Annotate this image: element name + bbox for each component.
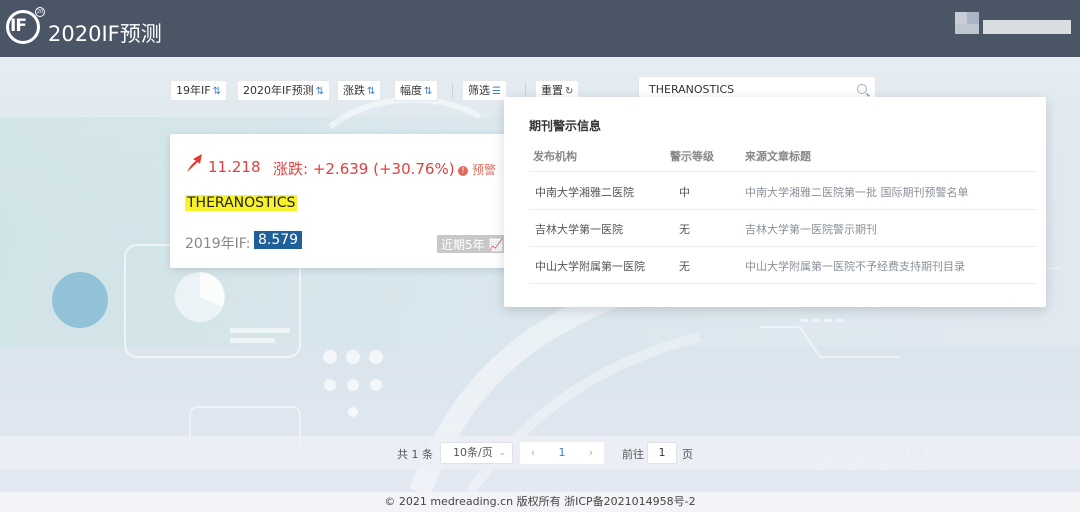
sort-icon: ⇅ bbox=[424, 86, 433, 97]
predicted-if: 11.218 bbox=[208, 158, 261, 176]
trend-up-icon bbox=[187, 154, 202, 172]
table-row: 中山大学附属第一医院 无 中山大学附属第一医院不予经费支持期刊目录 bbox=[529, 247, 1037, 284]
filter-button[interactable]: 筛选 ☰ bbox=[462, 80, 507, 101]
sort-icon: ⇅ bbox=[212, 86, 221, 97]
line-chart-icon: 📈 bbox=[488, 238, 504, 252]
journal-alert-popover: 期刊警示信息 发布机构 警示等级 来源文章标题 中南大学湘雅二医院 中 中南大学… bbox=[504, 97, 1046, 307]
logo-text: IF bbox=[10, 16, 27, 36]
header-source: 来源文章标题 bbox=[745, 150, 811, 163]
total-count: 共 1 条 bbox=[397, 448, 433, 461]
page-size-select[interactable]: 10条/页 ⌄ bbox=[440, 442, 513, 464]
table-row: 中南大学湘雅二医院 中 中南大学湘雅二医院第一批 国际期刊预警名单 bbox=[529, 173, 1037, 210]
warning-badge[interactable]: ! 预警 bbox=[458, 161, 496, 178]
row-org: 中山大学附属第一医院 bbox=[535, 260, 645, 273]
refresh-icon: ↻ bbox=[565, 86, 574, 97]
divider bbox=[525, 83, 526, 98]
top-header: IF 20 2020IF预测 bbox=[0, 0, 1080, 57]
search-icon[interactable] bbox=[857, 84, 867, 94]
divider bbox=[452, 83, 453, 98]
goto-page-input[interactable]: 1 bbox=[647, 442, 677, 464]
header-org: 发布机构 bbox=[533, 150, 577, 163]
journal-card[interactable]: 11.218 涨跌: +2.639 (+30.76%) ! 预警 THERANOS… bbox=[170, 134, 515, 268]
site-title[interactable]: 2020IF预测 bbox=[48, 18, 162, 48]
header-level: 警示等级 bbox=[670, 150, 714, 163]
row-level: 无 bbox=[679, 223, 690, 236]
row-level: 无 bbox=[679, 260, 690, 273]
chevron-right-icon: › bbox=[588, 446, 594, 459]
row-source[interactable]: 中南大学湘雅二医院第一批 国际期刊预警名单 bbox=[745, 184, 969, 200]
current-page[interactable]: 1 bbox=[546, 442, 578, 464]
prev-if-value: 8.579 bbox=[254, 231, 303, 249]
copyright-text[interactable]: © 2021 medreading.cn 版权所有 浙ICP备202101495… bbox=[384, 495, 695, 508]
row-source[interactable]: 中山大学附属第一医院不予经费支持期刊目录 bbox=[745, 258, 965, 274]
goto-label: 前往 bbox=[622, 448, 644, 461]
row-source[interactable]: 吉林大学第一医院警示期刊 bbox=[745, 221, 877, 237]
prev-page-button[interactable]: ‹ bbox=[520, 442, 546, 464]
table-row: 吉林大学第一医院 无 吉林大学第一医院警示期刊 bbox=[529, 210, 1037, 247]
sort-2019-if-button[interactable]: 19年IF ⇅ bbox=[170, 80, 227, 101]
sort-icon: ⇅ bbox=[367, 86, 376, 97]
next-page-button[interactable]: › bbox=[578, 442, 604, 464]
alert-icon: ! bbox=[458, 166, 468, 176]
filter-icon: ☰ bbox=[492, 86, 501, 97]
panel-title: 期刊警示信息 bbox=[529, 119, 602, 133]
row-level: 中 bbox=[679, 186, 690, 199]
prev-if-label: 2019年IF: bbox=[185, 236, 251, 252]
journal-name[interactable]: THERANOSTICS bbox=[185, 195, 298, 211]
footer: © 2021 medreading.cn 版权所有 浙ICP备202101495… bbox=[0, 492, 1080, 512]
pagination: 共 1 条 10条/页 ⌄ ‹ 1 › 前往 1 页 bbox=[0, 436, 1080, 470]
page-unit-label: 页 bbox=[682, 448, 693, 461]
table-header: 发布机构 警示等级 来源文章标题 bbox=[529, 144, 1037, 172]
sort-change-button[interactable]: 涨跌 ⇅ bbox=[337, 80, 382, 101]
chevron-down-icon: ⌄ bbox=[498, 448, 506, 458]
row-org: 吉林大学第一医院 bbox=[535, 223, 623, 236]
chevron-left-icon: ‹ bbox=[530, 446, 536, 459]
user-avatar[interactable] bbox=[955, 10, 1075, 40]
logo-badge: 20 bbox=[35, 7, 45, 17]
sort-2020-if-prediction-button[interactable]: 2020年IF预测 ⇅ bbox=[237, 80, 330, 101]
search-value: THERANOSTICS bbox=[649, 83, 735, 96]
sort-magnitude-button[interactable]: 幅度 ⇅ bbox=[394, 80, 439, 101]
sort-icon: ⇅ bbox=[315, 86, 324, 97]
if-change: 涨跌: +2.639 (+30.76%) bbox=[273, 160, 455, 178]
row-org: 中南大学湘雅二医院 bbox=[535, 186, 634, 199]
